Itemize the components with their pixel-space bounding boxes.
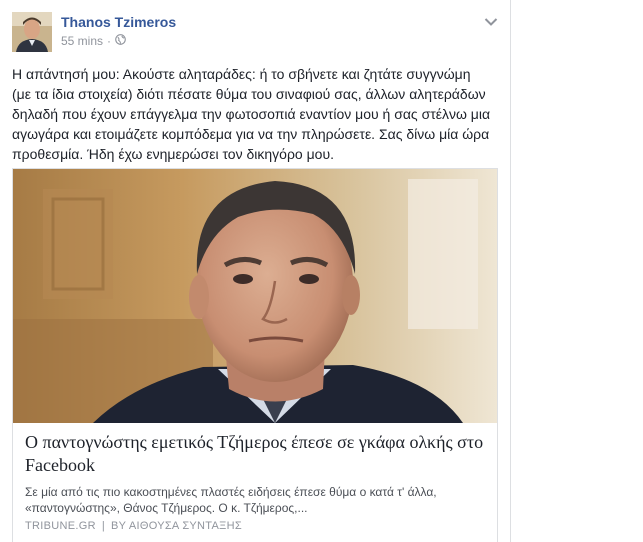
post-timestamp[interactable]: 55 mins <box>61 34 103 48</box>
meta-separator: · <box>107 34 112 48</box>
globe-icon[interactable] <box>115 34 126 48</box>
link-description: Σε μία από τις πιο κακοστημένες πλαστές … <box>25 485 437 515</box>
post-meta: 55 mins · <box>61 34 126 48</box>
author-name[interactable]: Thanos Tzimeros <box>61 14 176 30</box>
link-preview[interactable]: Ο παντογνώστης εμετικός Τζήμερος έπεσε σ… <box>12 168 498 542</box>
link-title[interactable]: Ο παντογνώστης εμετικός Τζήμερος έπεσε σ… <box>25 431 485 477</box>
chevron-down-icon[interactable] <box>484 14 498 26</box>
link-byline: ΒΥ ΑΙΘΟΥΣΑ ΣΥΝΤΑΞΗΣ <box>111 520 242 532</box>
source-separator: | <box>101 520 106 532</box>
avatar[interactable] <box>12 12 52 52</box>
link-source: TRIBUNE.GR | ΒΥ ΑΙΘΟΥΣΑ ΣΥΝΤΑΞΗΣ <box>25 520 242 532</box>
link-preview-image[interactable] <box>13 169 497 423</box>
feed-post: Thanos Tzimeros 55 mins · Η απάντησή μου… <box>0 0 511 542</box>
post-text: Η απάντησή μου: Ακούστε αληταράδες: ή το… <box>12 66 491 162</box>
link-domain: TRIBUNE.GR <box>25 520 96 532</box>
